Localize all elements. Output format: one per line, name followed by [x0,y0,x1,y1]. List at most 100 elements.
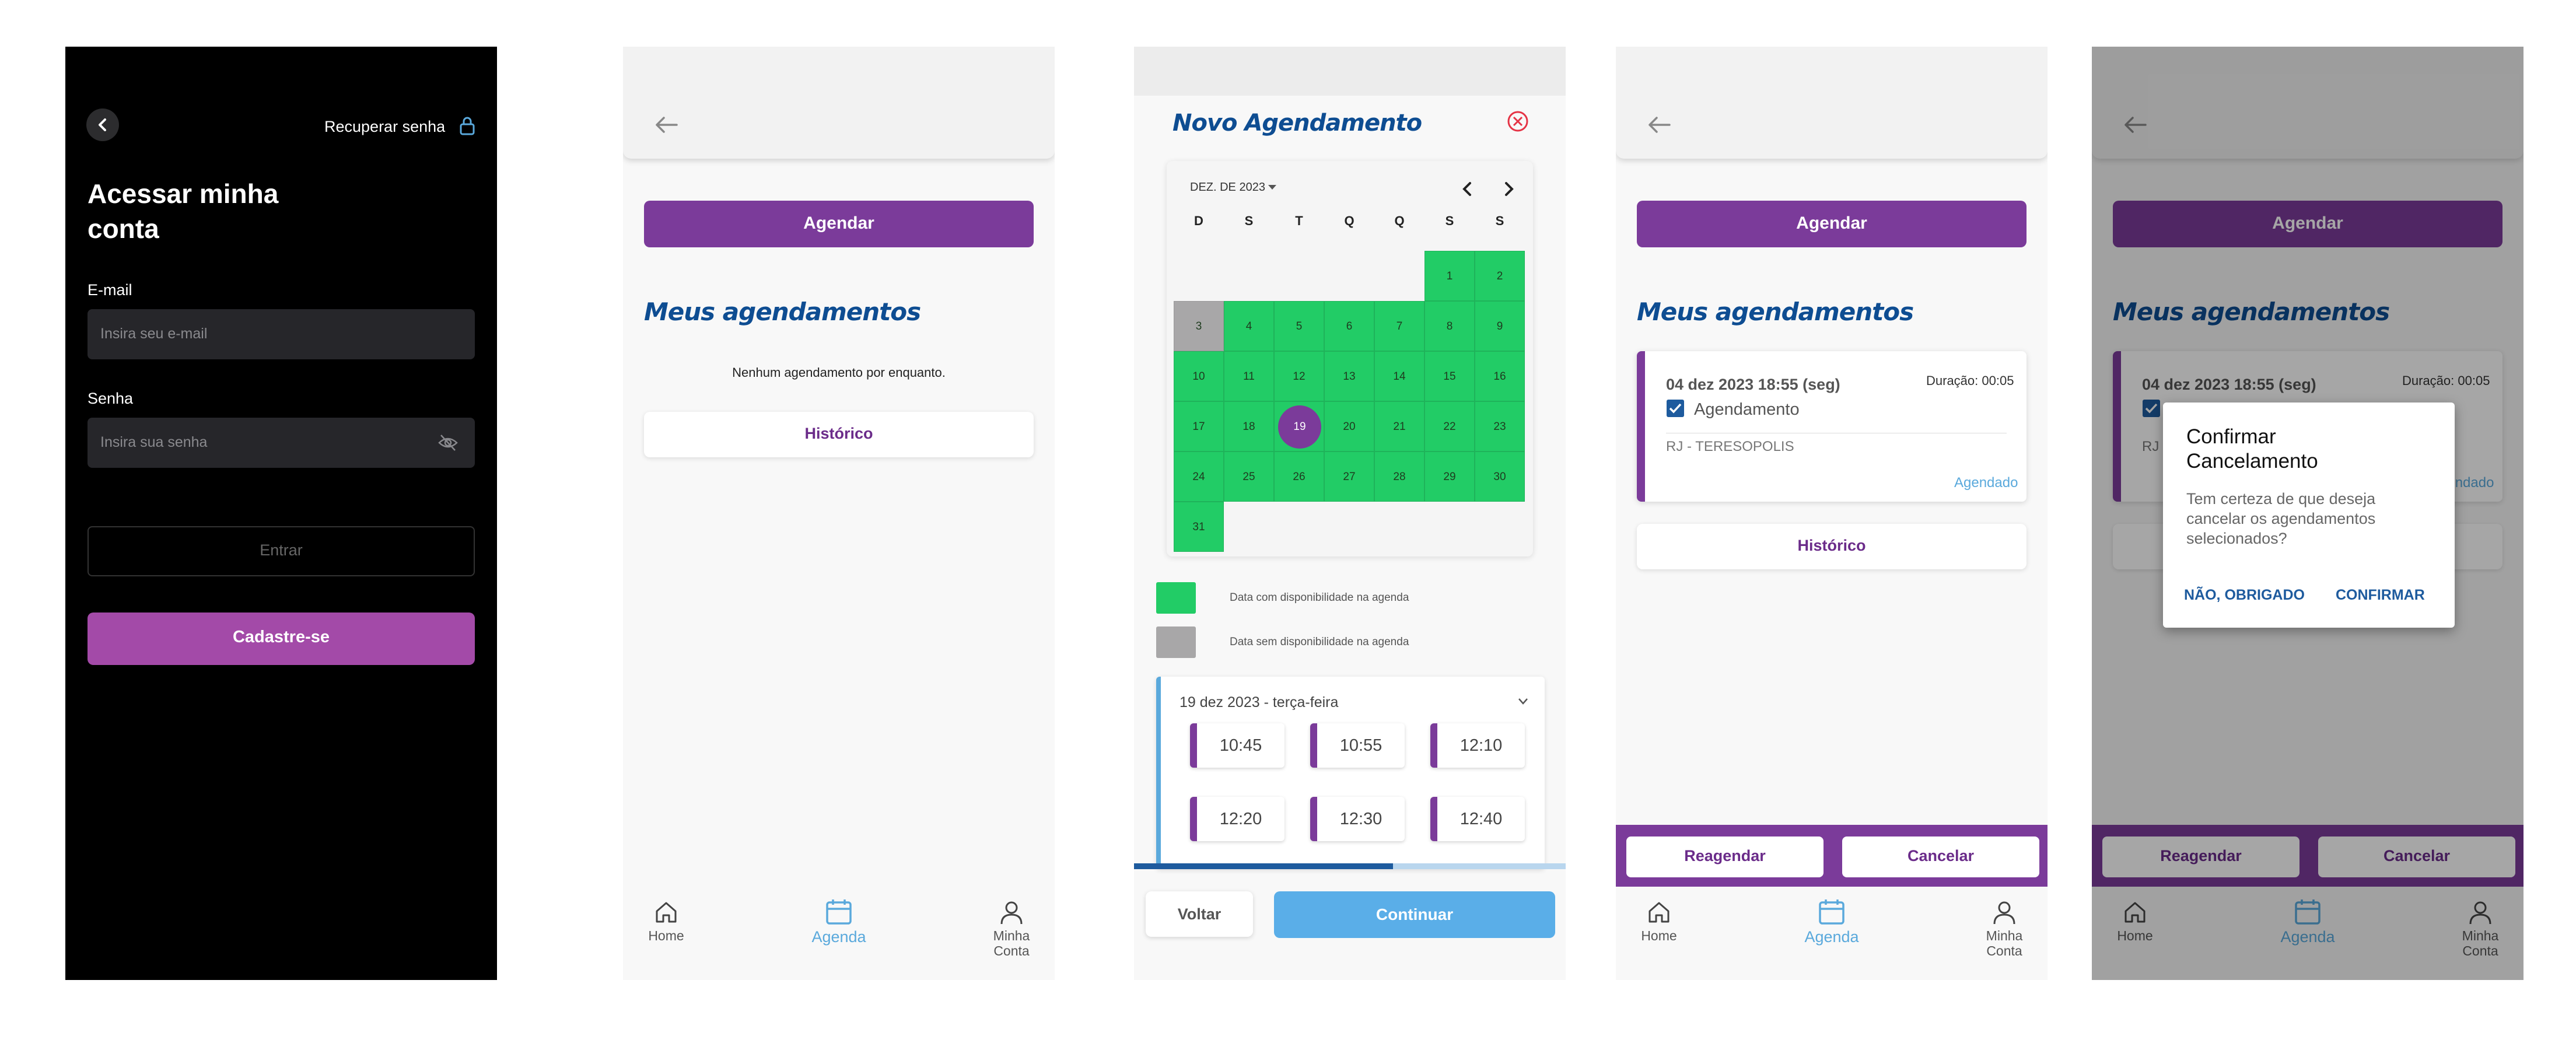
time-slot[interactable]: 10:45 [1190,723,1284,768]
nav-home-label: Home [648,928,684,943]
calendar-day[interactable]: 24 [1174,452,1224,502]
login-screen: Recuperar senha Acessar minha conta E-ma… [65,47,497,980]
calendar-day[interactable]: 4 [1224,301,1274,351]
calendar-day[interactable]: 7 [1374,301,1424,351]
legend-unavailable-swatch [1156,626,1196,658]
nav-agenda[interactable]: Agenda [1797,897,1867,946]
calendar-day[interactable]: 21 [1374,401,1424,452]
password-placeholder: Insira sua senha [100,434,208,450]
chevron-down-icon[interactable] [1517,696,1530,706]
calendar-day[interactable]: 17 [1174,401,1224,452]
calendar-day[interactable]: 12 [1274,351,1324,401]
calendar-day[interactable]: 10 [1174,351,1224,401]
recover-password-link[interactable]: Recuperar senha [324,114,482,138]
empty-message: Nenhum agendamento por enquanto. [732,365,946,380]
schedule-button[interactable]: Agendar [1637,201,2027,247]
top-bar [623,47,1055,159]
password-field[interactable]: Insira sua senha [88,418,475,468]
time-slot[interactable]: 12:40 [1430,797,1525,841]
time-slots-panel: 19 dez 2023 - terça-feira 10:45 10:55 12… [1156,677,1545,869]
recover-password-label: Recuperar senha [324,118,446,135]
reschedule-button[interactable]: Reagendar [1626,836,1824,877]
time-slot[interactable]: 12:10 [1430,723,1525,768]
calendar-day[interactable]: 22 [1424,401,1475,452]
calendar-day[interactable]: 6 [1324,301,1374,351]
time-slot[interactable]: 10:55 [1310,723,1405,768]
nav-account[interactable]: Minha Conta [977,900,1046,958]
top-bar [1616,47,2048,159]
history-button-label: Histórico [1797,537,1866,554]
calendar-day[interactable]: 16 [1475,351,1525,401]
continue-button[interactable]: Continuar [1274,891,1555,938]
email-placeholder: Insira seu e-mail [100,326,208,342]
appointment-card[interactable]: 04 dez 2023 18:55 (seg) Duração: 00:05 A… [1637,351,2027,502]
calendar-day[interactable]: 27 [1324,452,1374,502]
calendar-day[interactable]: 31 [1174,502,1224,552]
nav-home[interactable]: Home [1624,900,1694,943]
cancel-button[interactable]: Cancelar [1842,836,2039,877]
nav-agenda-label: Agenda [1804,928,1859,946]
history-button[interactable]: Histórico [644,412,1034,457]
signup-button-label: Cadastre-se [232,628,330,646]
nav-agenda[interactable]: Agenda [804,897,874,945]
arrow-left-icon[interactable] [1646,114,1672,135]
nav-account[interactable]: Minha Conta [1969,900,2039,958]
calendar-day[interactable]: 8 [1424,301,1475,351]
dialog-no-button[interactable]: NÃO, OBRIGADO [2184,587,2305,604]
calendar-day[interactable]: 13 [1324,351,1374,401]
schedule-button[interactable]: Agendar [644,201,1034,247]
checkbox-icon[interactable] [1666,399,1685,418]
calendar-day: 3 [1174,301,1224,351]
history-button[interactable]: Histórico [1637,524,2027,569]
nav-home[interactable]: Home [631,900,701,943]
calendar-day[interactable]: 18 [1224,401,1274,452]
user-icon [1000,901,1023,925]
calendar-day[interactable]: 23 [1475,401,1525,452]
dialog-confirm-button[interactable]: CONFIRMAR [2336,587,2425,604]
lock-icon [460,117,475,135]
cancel-dialog-screen: Agendar Meus agendamentos 04 dez 2023 18… [2092,47,2524,980]
calendar-day[interactable]: 30 [1475,452,1525,502]
chevron-left-icon[interactable] [1458,178,1476,200]
calendar-day[interactable]: 28 [1374,452,1424,502]
weekday-header: Q [1344,214,1354,228]
back-button[interactable]: Voltar [1146,891,1253,937]
calendar-day[interactable]: 19 [1274,401,1324,452]
home-icon [656,902,677,923]
bottom-nav: Home Agenda Minha Conta [1616,887,2048,980]
calendar-day[interactable]: 14 [1374,351,1424,401]
time-slot[interactable]: 12:20 [1190,797,1284,841]
calendar-day[interactable]: 20 [1324,401,1374,452]
back-button-label: Voltar [1177,905,1222,923]
signup-button[interactable]: Cadastre-se [88,612,475,665]
calendar-icon [1819,900,1845,925]
calendar-day[interactable]: 26 [1274,452,1324,502]
calendar-day[interactable]: 2 [1475,251,1525,301]
month-label[interactable]: DEZ. DE 2023 [1190,181,1265,194]
weekday-header: D [1194,214,1203,228]
email-label: E-mail [88,281,132,299]
login-button[interactable]: Entrar [88,526,475,576]
calendar-day[interactable]: 15 [1424,351,1475,401]
arrow-left-icon[interactable] [653,114,679,135]
close-circle-icon[interactable] [1506,110,1530,133]
caret-down-icon[interactable] [1267,183,1278,191]
weekday-header: Q [1394,214,1405,228]
back-button[interactable] [86,108,119,141]
calendar-day[interactable]: 11 [1224,351,1274,401]
section-title: Meus agendamentos [644,298,921,326]
calendar-day[interactable]: 29 [1424,452,1475,502]
email-field[interactable]: Insira seu e-mail [88,309,475,359]
selected-day[interactable]: 19 [1278,405,1321,449]
eye-off-icon[interactable] [438,433,459,453]
calendar-day[interactable]: 9 [1475,301,1525,351]
calendar-day[interactable]: 5 [1274,301,1324,351]
agenda-empty-screen: Agendar Meus agendamentos Nenhum agendam… [623,47,1055,980]
chevron-right-icon[interactable] [1500,178,1518,200]
slot-date: 19 dez 2023 - terça-feira [1180,694,1339,710]
time-slot[interactable]: 12:30 [1310,797,1405,841]
calendar-day[interactable]: 25 [1224,452,1274,502]
dialog-message: Tem certeza de que deseja cancelar os ag… [2186,490,2376,547]
appointment-location: RJ - TERESOPOLIS [1666,439,1794,454]
calendar-day[interactable]: 1 [1424,251,1475,301]
